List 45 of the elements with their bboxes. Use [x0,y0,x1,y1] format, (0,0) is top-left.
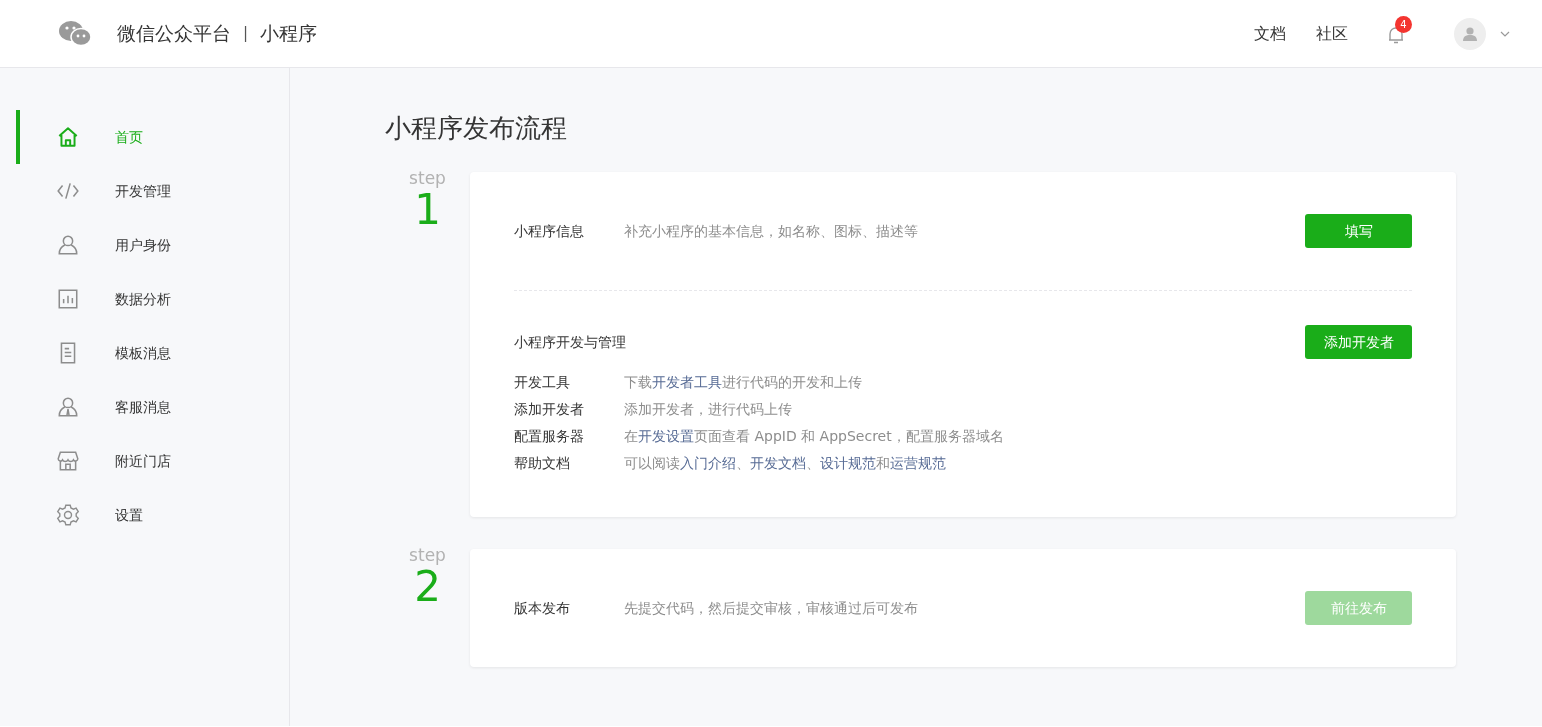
step-number: 1 [414,188,441,232]
text-link[interactable]: 运营规范 [890,455,946,471]
step-label: step [409,545,446,565]
row-label: 开发工具 [514,373,571,392]
settings-icon [56,503,80,527]
sidebar-item[interactable]: 设置 [16,488,289,542]
row-description: 添加开发者，进行代码上传 [624,400,792,419]
user-icon [56,233,80,257]
section-title: 版本发布 [514,598,571,618]
text-link[interactable]: 入门介绍 [680,455,736,471]
sidebar-item[interactable]: 模板消息 [16,326,289,380]
bar-chart-icon [56,287,80,311]
row-label: 帮助文档 [514,454,571,473]
sidebar-item[interactable]: 客服消息 [16,380,289,434]
sidebar-item[interactable]: 数据分析 [16,272,289,326]
sidebar-item[interactable]: 开发管理 [16,164,289,218]
header-link[interactable]: 文档 [1254,21,1286,46]
avatar-icon[interactable] [1454,17,1486,50]
row-description: 下载开发者工具进行代码的开发和上传 [624,373,862,392]
row-label: 添加开发者 [514,400,585,419]
text-link[interactable]: 开发设置 [638,428,694,444]
row-description: 可以阅读入门介绍、开发文档、设计规范和运营规范 [624,454,946,473]
notification-badge: 4 [1395,15,1412,33]
text-link[interactable]: 开发者工具 [652,374,722,390]
user-icon [56,395,80,419]
section-title: 小程序信息 [514,221,585,241]
page-title: 小程序发布流程 [385,112,568,145]
section-description: 先提交代码，然后提交审核，审核通过后可发布 [624,598,918,618]
store-icon [56,449,80,473]
product-title: 小程序 [260,21,318,47]
section-title: 小程序开发与管理 [514,332,626,352]
home-icon [56,125,80,149]
step-label: step [409,168,446,188]
brand-title[interactable]: 微信公众平台 [117,19,231,48]
chevron-down-icon[interactable] [1500,30,1510,37]
sidebar-item[interactable]: 用户身份 [16,218,289,272]
header-link[interactable]: 社区 [1316,21,1348,46]
section-description: 补充小程序的基本信息，如名称、图标、描述等 [624,221,918,241]
title-separator: | [243,23,249,45]
text-link[interactable]: 开发文档 [750,455,806,471]
step-number: 2 [414,565,441,609]
sidebar-item[interactable]: 附近门店 [16,434,289,488]
row-label: 配置服务器 [514,427,585,446]
row-description: 在开发设置页面查看 AppID 和 AppSecret，配置服务器域名 [624,427,1004,446]
text-link[interactable]: 设计规范 [820,455,876,471]
